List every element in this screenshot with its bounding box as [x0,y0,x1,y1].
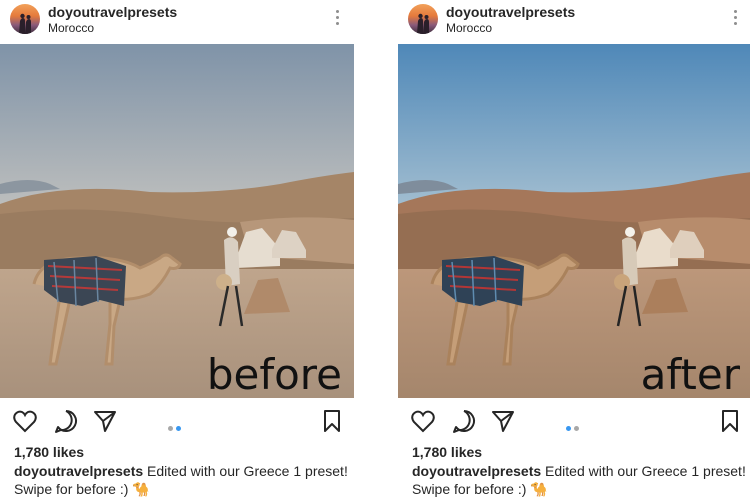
likes-count[interactable]: 1,780 likes [412,444,482,460]
caption-line-2: Swipe for before :) 🐪 [14,481,150,497]
avatar[interactable] [408,4,438,34]
carousel-dots [168,418,184,436]
more-icon[interactable] [334,10,340,28]
caption-username[interactable]: doyoutravelpresets [14,463,143,479]
post-header: doyoutravelpresets Morocco [398,0,750,44]
post-actions [0,402,354,440]
caption-username[interactable]: doyoutravelpresets [412,463,541,479]
post-photo[interactable]: after [398,44,750,398]
post-after: doyoutravelpresets Morocco after 1,780 l… [398,0,750,500]
carousel-dots [566,418,582,436]
post-before: doyoutravelpresets Morocco before 1,780 … [0,0,354,500]
bookmark-icon[interactable] [322,408,342,434]
overlay-label: before [206,350,342,398]
username[interactable]: doyoutravelpresets [48,4,177,20]
username[interactable]: doyoutravelpresets [446,4,575,20]
caption: doyoutravelpresets Edited with our Greec… [412,462,748,498]
heart-icon[interactable] [410,408,436,434]
location[interactable]: Morocco [446,21,492,35]
avatar[interactable] [10,4,40,34]
caption-text: Edited with our Greece 1 preset! [541,463,746,479]
post-photo[interactable]: before [0,44,354,398]
carousel-dot-active [176,426,181,431]
share-icon[interactable] [490,408,516,434]
carousel-dot [168,426,173,431]
likes-count[interactable]: 1,780 likes [14,444,84,460]
carousel-dot-active [566,426,571,431]
share-icon[interactable] [92,408,118,434]
post-actions [398,402,750,440]
caption-line-2: Swipe for before :) 🐪 [412,481,548,497]
caption: doyoutravelpresets Edited with our Greec… [14,462,350,498]
overlay-label: after [640,350,740,398]
bookmark-icon[interactable] [720,408,740,434]
caption-text: Edited with our Greece 1 preset! [143,463,348,479]
comment-icon[interactable] [53,408,79,434]
location[interactable]: Morocco [48,21,94,35]
comment-icon[interactable] [451,408,477,434]
carousel-dot [574,426,579,431]
post-header: doyoutravelpresets Morocco [0,0,354,44]
heart-icon[interactable] [12,408,38,434]
more-icon[interactable] [732,10,738,28]
